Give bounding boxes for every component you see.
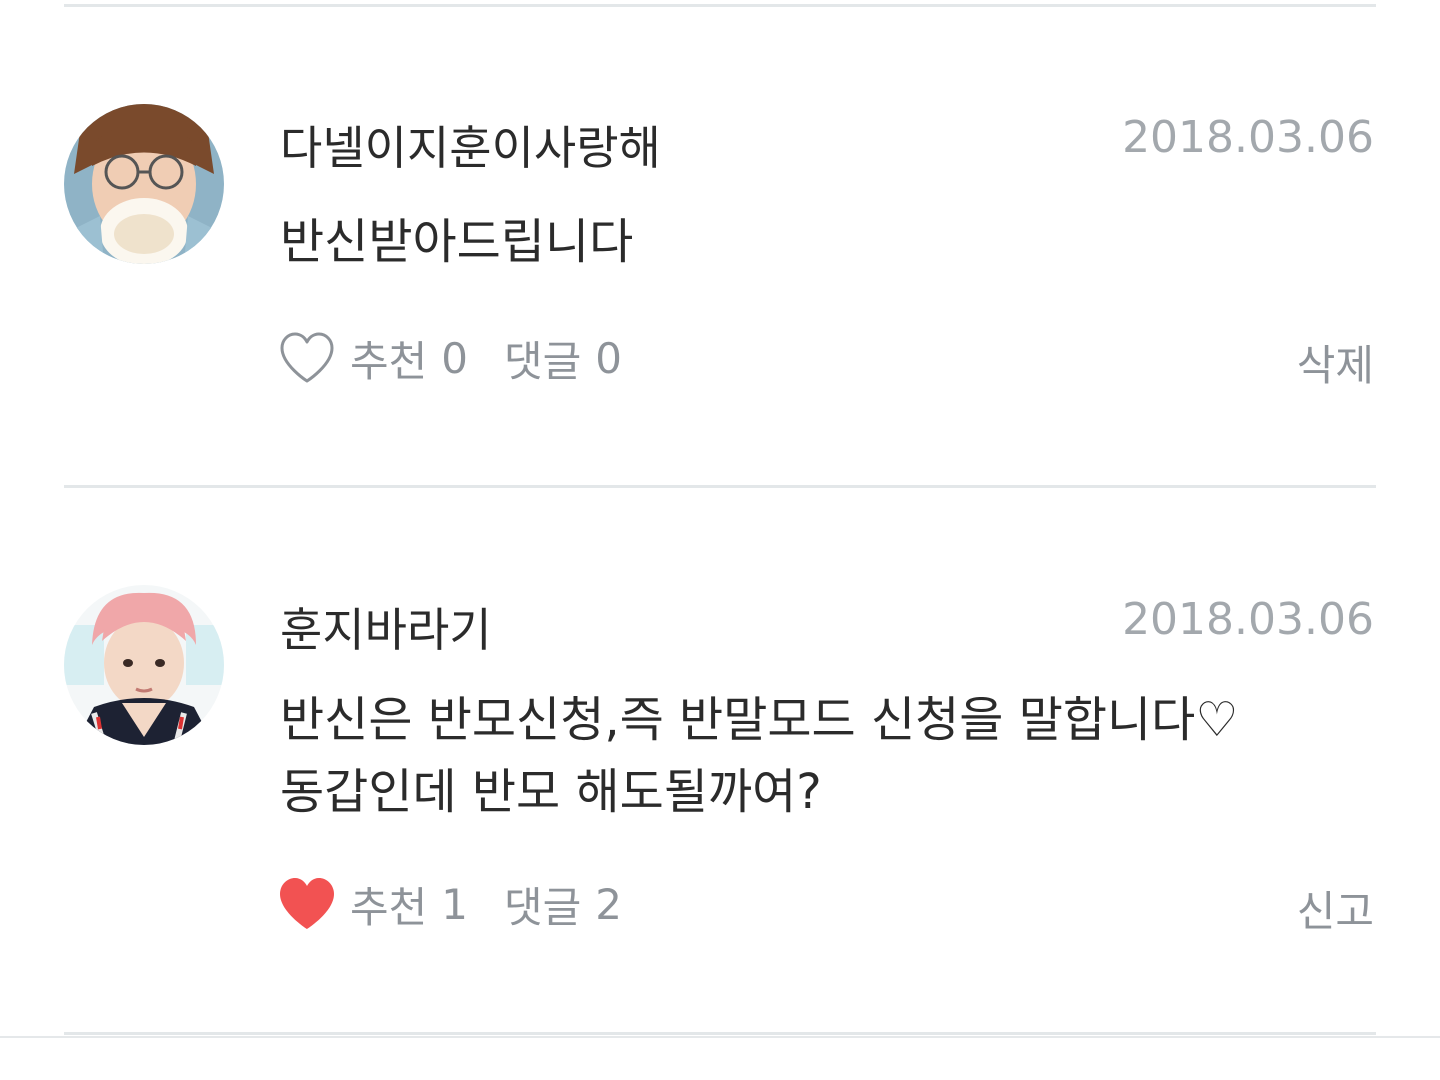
heart-filled-icon[interactable] <box>278 877 336 931</box>
comment-text: 반신은 반모신청,즉 반말모드 신청을 말합니다♡ 동갑인데 반모 해도될까여? <box>280 684 1238 828</box>
comment-actions: 추천 0 댓글 0 <box>278 326 622 390</box>
like-label[interactable]: 추천 <box>350 328 427 389</box>
report-button[interactable]: 신고 <box>1297 878 1374 939</box>
user-avatar[interactable] <box>64 585 224 745</box>
comment-date: 2018.03.06 <box>1122 594 1374 645</box>
like-count: 1 <box>441 879 469 929</box>
like-label[interactable]: 추천 <box>350 874 427 935</box>
comment-divider <box>64 1032 1376 1035</box>
delete-button[interactable]: 삭제 <box>1297 332 1374 393</box>
comment-text: 반신받아드립니다 <box>280 206 633 278</box>
heart-outline-icon[interactable] <box>278 331 336 385</box>
comment-actions: 추천 1 댓글 2 <box>278 872 622 936</box>
comment-username[interactable]: 훈지바라기 <box>280 594 492 660</box>
reply-count: 0 <box>595 333 623 383</box>
bottom-divider <box>0 1036 1440 1038</box>
comment-divider <box>64 485 1376 488</box>
comment-username[interactable]: 다넬이지훈이사랑해 <box>280 112 661 178</box>
reply-label[interactable]: 댓글 <box>504 328 581 389</box>
comment-date: 2018.03.06 <box>1122 112 1374 163</box>
comment-text-line: 반신은 반모신청,즉 반말모드 신청을 말합니다♡ <box>280 692 1239 748</box>
like-count: 0 <box>441 333 469 383</box>
comment-text-line: 반신받아드립니다 <box>280 214 634 270</box>
user-avatar[interactable] <box>64 104 224 264</box>
comment-text-line: 동갑인데 반모 해도될까여? <box>280 764 822 820</box>
top-divider <box>64 4 1376 7</box>
reply-label[interactable]: 댓글 <box>504 874 581 935</box>
reply-count: 2 <box>595 879 623 929</box>
